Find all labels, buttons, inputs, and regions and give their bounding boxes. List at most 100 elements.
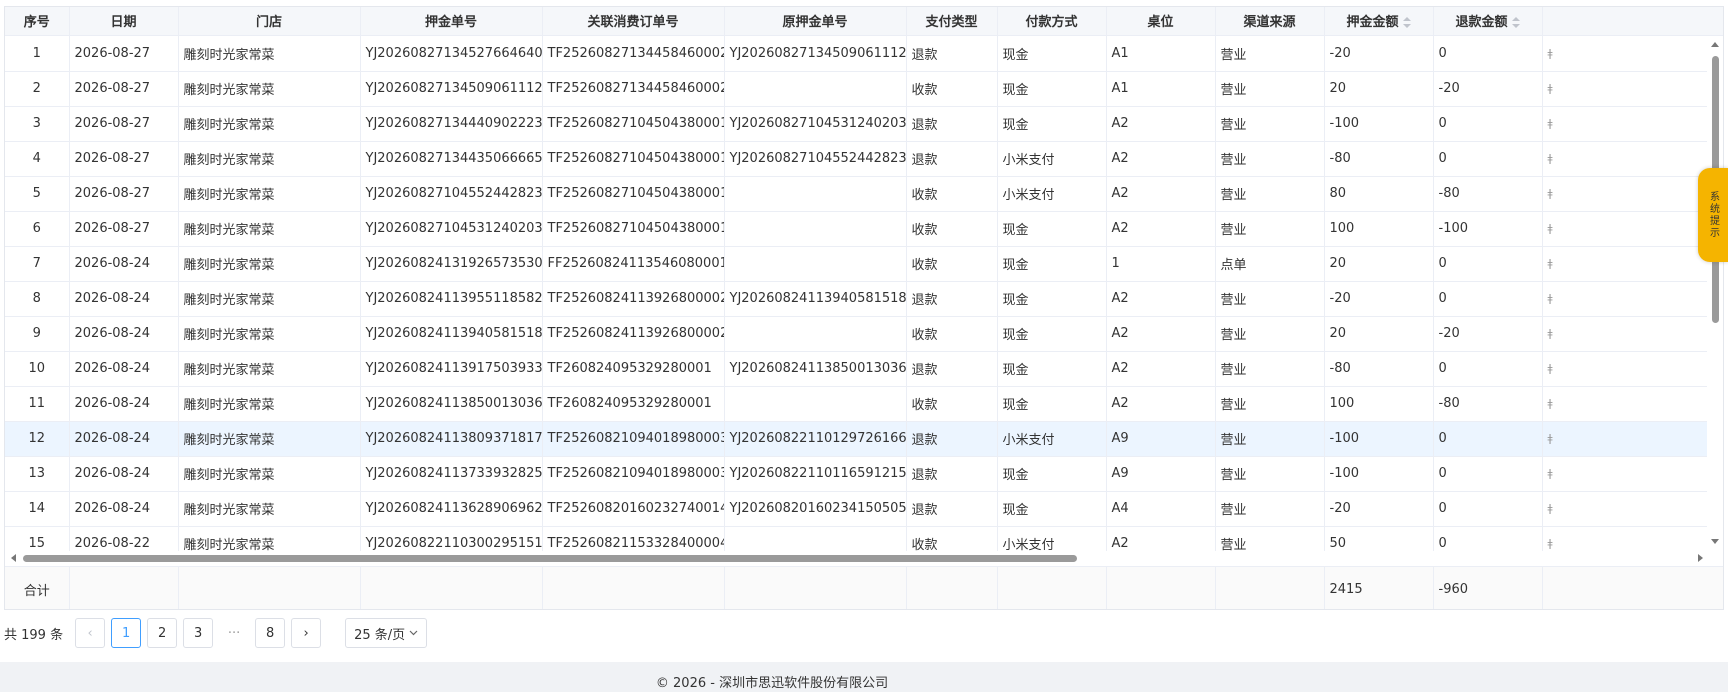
prev-page-button[interactable]: ‹ bbox=[75, 618, 106, 648]
cell-col-channel: 营业 bbox=[1215, 491, 1325, 527]
header-label: 退款金额 bbox=[1455, 15, 1508, 31]
scroll-right-icon[interactable] bbox=[1698, 554, 1703, 562]
cell-col-date: 2026-08-24 bbox=[69, 281, 179, 317]
chevron-left-icon: ‹ bbox=[87, 625, 93, 641]
cell-col-deposit-amount: 80 bbox=[1324, 176, 1434, 212]
sort-icon[interactable] bbox=[1402, 16, 1411, 29]
scroll-left-icon[interactable] bbox=[11, 554, 16, 562]
cell-col-table: A9 bbox=[1106, 421, 1216, 457]
cell-col-date: 2026-08-24 bbox=[69, 491, 179, 527]
cell-col-pay-method: 小米支付 bbox=[997, 526, 1107, 551]
cell-col-index: 14 bbox=[5, 491, 70, 527]
horizontal-scroll-thumb[interactable] bbox=[23, 555, 1077, 562]
cell-col-deposit-amount: 50 bbox=[1324, 526, 1434, 551]
scroll-up-icon[interactable] bbox=[1711, 42, 1719, 47]
cell-col-extra: ǂ bbox=[1542, 36, 1723, 72]
more-pages-ellipsis[interactable]: ··· bbox=[219, 618, 250, 648]
page-1-button[interactable]: 1 bbox=[111, 618, 142, 648]
header-col-table: 桌位 bbox=[1106, 7, 1216, 36]
cell-col-index: 1 bbox=[5, 36, 70, 72]
page-2-button[interactable]: 2 bbox=[147, 618, 178, 648]
cell-col-pay-type: 收款 bbox=[906, 386, 998, 422]
cell-col-deposit-no: YJ20260824113733932825 bbox=[360, 456, 543, 492]
table-row[interactable]: 7 2026-08-24 雕刻时光家常菜 YJ20260824131926573530… bbox=[5, 246, 1723, 282]
cell-col-order-no: TF260824095329280001 bbox=[542, 386, 725, 422]
cell-col-table: A2 bbox=[1106, 386, 1216, 422]
cell-truncated-icon: ǂ bbox=[1547, 502, 1553, 515]
cell-col-order-no: TF25260827134458460002 bbox=[542, 36, 725, 72]
header-col-deposit-amount[interactable]: 押金金额 bbox=[1324, 7, 1434, 36]
cell-col-table: A2 bbox=[1106, 351, 1216, 387]
cell-col-deposit-no: YJ20260824113940581518 bbox=[360, 316, 543, 352]
cell-col-pay-type: 收款 bbox=[906, 71, 998, 107]
cell-col-refund-amount: -100 bbox=[1433, 211, 1543, 247]
cell-col-index: 12 bbox=[5, 421, 70, 457]
scroll-down-icon[interactable] bbox=[1711, 539, 1719, 544]
page-size-select[interactable]: 25 条/页 bbox=[345, 618, 428, 648]
cell-col-pay-type: 退款 bbox=[906, 491, 998, 527]
cell-col-pay-type: 退款 bbox=[906, 106, 998, 142]
cell-col-date: 2026-08-24 bbox=[69, 421, 179, 457]
cell-col-table: A2 bbox=[1106, 526, 1216, 551]
cell-col-deposit-no: YJ20260824113809371817 bbox=[360, 421, 543, 457]
cell-col-date: 2026-08-27 bbox=[69, 211, 179, 247]
cell-col-channel: 营业 bbox=[1215, 211, 1325, 247]
cell-col-index: 11 bbox=[5, 386, 70, 422]
cell-col-date: 2026-08-27 bbox=[69, 176, 179, 212]
table-row[interactable]: 9 2026-08-24 雕刻时光家常菜 YJ20260824113940581518… bbox=[5, 316, 1723, 352]
horizontal-scrollbar[interactable] bbox=[5, 551, 1723, 565]
cell-col-deposit-no: YJ20260824113917503933 bbox=[360, 351, 543, 387]
cell-col-table: A4 bbox=[1106, 491, 1216, 527]
cell-col-refund-amount: 0 bbox=[1433, 141, 1543, 177]
table-row[interactable]: 14 2026-08-24 雕刻时光家常菜 YJ2026082411362890696… bbox=[5, 491, 1723, 527]
cell-col-deposit-amount: -20 bbox=[1324, 36, 1434, 72]
table-row[interactable]: 15 2026-08-22 雕刻时光家常菜 YJ2026082211030029515… bbox=[5, 526, 1723, 551]
table-row[interactable]: 1 2026-08-27 雕刻时光家常菜 YJ2026082713452766​464… bbox=[5, 36, 1723, 72]
table-row[interactable]: 6 2026-08-27 雕刻时光家常菜 YJ20260827104531240203… bbox=[5, 211, 1723, 247]
cell-col-pay-type: 退款 bbox=[906, 141, 998, 177]
cell-col-channel: 营业 bbox=[1215, 281, 1325, 317]
summary-deposit-total: 2415 bbox=[1324, 566, 1434, 609]
system-tips-tab[interactable]: 系统提示 bbox=[1698, 168, 1728, 262]
next-page-button[interactable]: › bbox=[291, 618, 322, 648]
header-col-refund-amount[interactable]: 退款金额 bbox=[1433, 7, 1543, 36]
cell-truncated-icon: ǂ bbox=[1547, 467, 1553, 480]
table-header: 序号 日期 门店 押金单号 关联消费订单号 原押金单号 支付类型 付款方式 桌位 渠道来源 押金金额… bbox=[5, 7, 1723, 36]
cell-col-deposit-amount: 20 bbox=[1324, 246, 1434, 282]
table-row[interactable]: 5 2026-08-27 雕刻时光家常菜 YJ20260827104552442823… bbox=[5, 176, 1723, 212]
cell-col-orig-deposit-no bbox=[724, 316, 907, 352]
pagination: 共 199 条 ‹ 1 2 3 ··· 8 › 25 条/页 bbox=[4, 617, 428, 649]
table-row[interactable]: 10 2026-08-24 雕刻时光家常菜 YJ2026082411391750393… bbox=[5, 351, 1723, 387]
page-8-button[interactable]: 8 bbox=[255, 618, 286, 648]
table-row[interactable]: 8 2026-08-24 雕刻时光家常菜 YJ20260824113955118582… bbox=[5, 281, 1723, 317]
cell-col-deposit-amount: 100 bbox=[1324, 386, 1434, 422]
vertical-scrollbar[interactable] bbox=[1707, 36, 1723, 551]
table-row[interactable]: 13 2026-08-24 雕刻时光家常菜 YJ2026082411373393282… bbox=[5, 456, 1723, 492]
table-row[interactable]: 12 2026-08-24 雕刻时光家常菜 YJ2026082411380937181… bbox=[5, 421, 1723, 457]
cell-col-pay-type: 退款 bbox=[906, 36, 998, 72]
cell-col-deposit-no: YJ2026082713452766​4640 bbox=[360, 36, 543, 72]
cell-col-store: 雕刻时光家常菜 bbox=[178, 281, 361, 317]
cell-col-channel: 营业 bbox=[1215, 456, 1325, 492]
cell-col-channel: 营业 bbox=[1215, 106, 1325, 142]
table-row[interactable]: 4 2026-08-27 雕刻时光家常菜 YJ20260827134435066665… bbox=[5, 141, 1723, 177]
cell-col-channel: 营业 bbox=[1215, 316, 1325, 352]
table-row[interactable]: 11 2026-08-24 雕刻时光家常菜 YJ2026082411385001303… bbox=[5, 386, 1723, 422]
table-row[interactable]: 3 2026-08-27 雕刻时光家常菜 YJ20260827134440902223… bbox=[5, 106, 1723, 142]
cell-col-order-no: TF25260827104504380001 bbox=[542, 211, 725, 247]
cell-truncated-icon: ǂ bbox=[1547, 46, 1553, 60]
cell-col-deposit-no: YJ20260827104552442823 bbox=[360, 176, 543, 212]
cell-truncated-icon: ǂ bbox=[1547, 537, 1553, 550]
cell-col-order-no: TF25260824113926800002 bbox=[542, 316, 725, 352]
table-row[interactable]: 2 2026-08-27 雕刻时光家常菜 YJ20260827134509061112… bbox=[5, 71, 1723, 107]
header-col-date: 日期 bbox=[69, 7, 179, 36]
page-3-button[interactable]: 3 bbox=[183, 618, 214, 648]
sort-icon[interactable] bbox=[1511, 16, 1520, 29]
header-label: 序号 bbox=[23, 15, 50, 31]
cell-col-extra: ǂ bbox=[1542, 491, 1723, 527]
header-label: 关联消费订单号 bbox=[587, 15, 679, 31]
cell-col-deposit-no: YJ20260822110300295151 bbox=[360, 526, 543, 551]
cell-col-date: 2026-08-24 bbox=[69, 351, 179, 387]
cell-col-extra: ǂ bbox=[1542, 246, 1723, 282]
header-label: 押金单号 bbox=[424, 15, 477, 31]
